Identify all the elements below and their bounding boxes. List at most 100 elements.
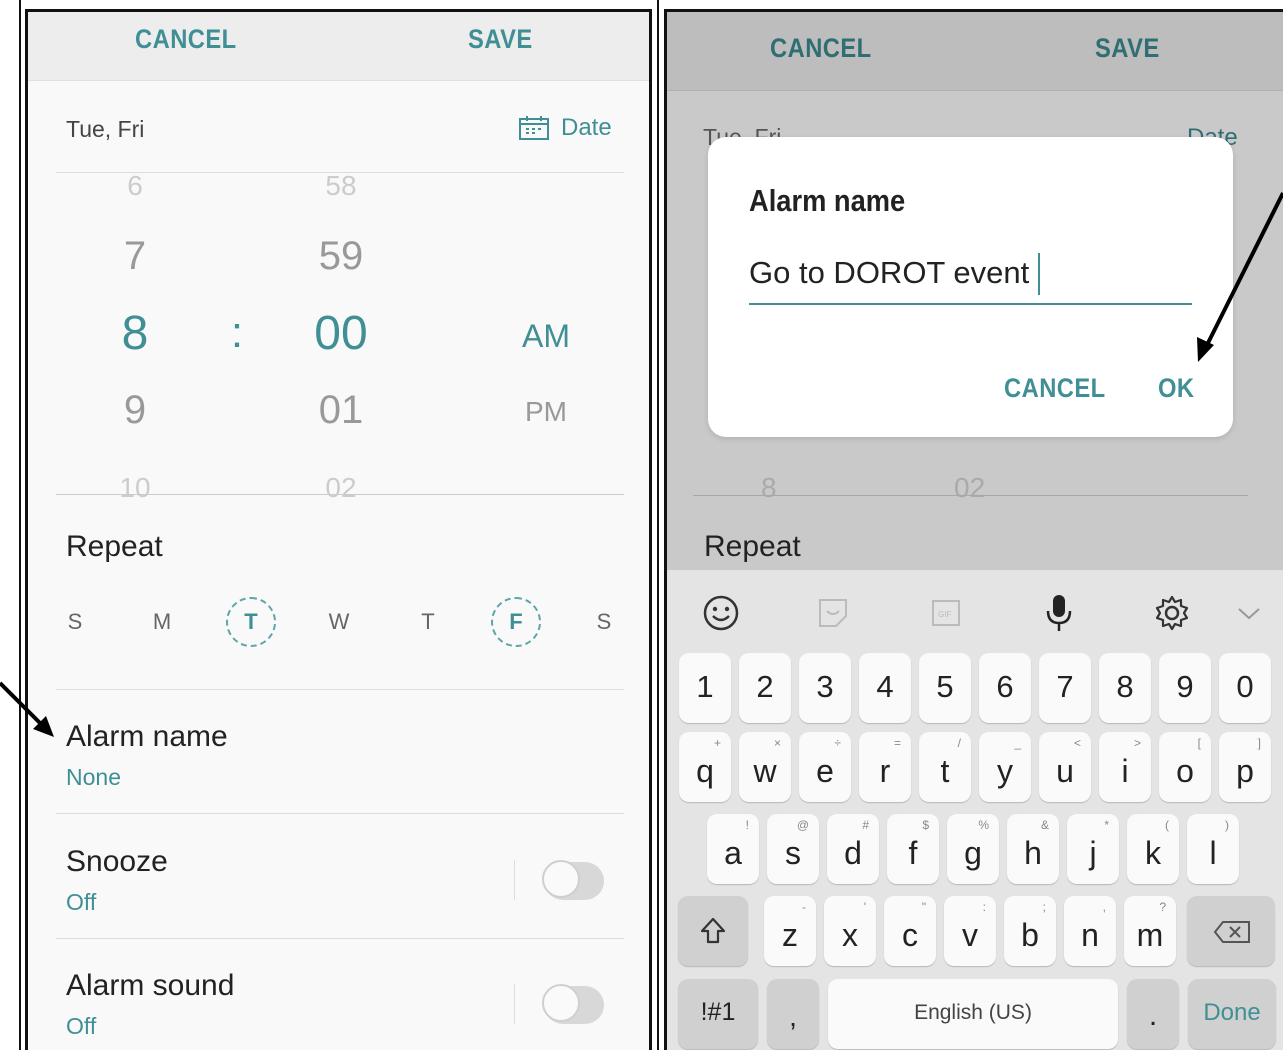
key-q[interactable]: + q [679, 732, 731, 802]
key-n[interactable]: ,n [1064, 896, 1116, 966]
key-x[interactable]: ' x [824, 896, 876, 966]
key-y[interactable]: _ y [979, 732, 1031, 802]
number-key-2[interactable]: 2 [739, 653, 791, 723]
minute-option[interactable]: 58 [325, 170, 356, 202]
key-a[interactable]: ! a [707, 814, 759, 884]
shift-key[interactable] [678, 896, 748, 966]
minute-option[interactable]: 59 [319, 234, 364, 279]
day-tuesday-selected[interactable]: T [226, 597, 276, 647]
key-secondary-label: % [978, 818, 989, 832]
day-sunday[interactable]: S [68, 609, 83, 635]
number-key-1[interactable]: 1 [679, 653, 731, 723]
key-h[interactable]: & h [1007, 814, 1059, 884]
microphone-icon[interactable] [1036, 590, 1082, 636]
chevron-down-icon[interactable] [1226, 590, 1272, 636]
number-key-3[interactable]: 3 [799, 653, 851, 723]
day-friday-selected[interactable]: F [491, 597, 541, 647]
minute-option[interactable]: 01 [319, 388, 364, 433]
space-key-label: English (US) [914, 1001, 1032, 1024]
key-l[interactable]: ) l [1187, 814, 1239, 884]
number-key-8[interactable]: 8 [1099, 653, 1151, 723]
backspace-key[interactable] [1187, 896, 1275, 966]
key-label: c [902, 917, 918, 953]
key-j[interactable]: * j [1067, 814, 1119, 884]
number-key-4[interactable]: 4 [859, 653, 911, 723]
hour-option[interactable]: 6 [127, 170, 143, 202]
alarm-name-value: None [66, 764, 121, 790]
text-cursor [1038, 253, 1040, 295]
minute-option[interactable]: 02 [325, 472, 356, 504]
key-secondary-label: _ [1014, 736, 1021, 750]
symbols-key[interactable]: !#1 [678, 979, 758, 1049]
key-w[interactable]: × w [739, 732, 791, 802]
day-thursday[interactable]: T [421, 609, 434, 635]
dialog-cancel-button[interactable]: CANCEL [1004, 373, 1106, 404]
alarm-sound-separator [514, 984, 515, 1024]
key-label: p [1236, 753, 1254, 789]
save-button[interactable]: SAVE [468, 24, 533, 55]
key-u[interactable]: < u [1039, 732, 1091, 802]
emoji-icon[interactable] [698, 590, 744, 636]
number-key-0[interactable]: 0 [1219, 653, 1271, 723]
key-v[interactable]: :v [944, 896, 996, 966]
space-key[interactable]: English (US) [828, 979, 1118, 1049]
key-label: h [1024, 835, 1042, 871]
repeat-divider [56, 689, 624, 690]
alarm-sound-value: Off [66, 1013, 97, 1039]
snooze-label: Snooze [66, 845, 168, 878]
key-f[interactable]: $ f [887, 814, 939, 884]
day-saturday[interactable]: S [597, 609, 612, 635]
key-secondary-label: # [862, 818, 869, 832]
done-key[interactable]: Done [1188, 979, 1276, 1049]
key-p[interactable]: ] p [1219, 732, 1271, 802]
comma-key[interactable]: , [767, 979, 819, 1049]
day-monday[interactable]: M [153, 609, 171, 635]
key-c[interactable]: " c [884, 896, 936, 966]
settings-gear-icon[interactable] [1149, 590, 1195, 636]
hour-option[interactable]: 9 [124, 388, 146, 433]
key-e[interactable]: ÷ e [799, 732, 851, 802]
key-d[interactable]: # d [827, 814, 879, 884]
key-label: 5 [936, 669, 954, 704]
key-r[interactable]: = r [859, 732, 911, 802]
hour-option[interactable]: 7 [124, 234, 146, 279]
key-label: l [1209, 835, 1217, 871]
minute-selected[interactable]: 00 [314, 306, 367, 361]
dialog-ok-button[interactable]: OK [1158, 373, 1195, 404]
key-o[interactable]: [o [1159, 732, 1211, 802]
key-secondary-label: ) [1225, 818, 1229, 832]
alarm-name-dialog: Alarm name Go to DOROT event CANCEL OK [708, 137, 1233, 437]
key-label: t [940, 753, 950, 789]
key-label: o [1176, 753, 1194, 789]
cancel-button[interactable]: CANCEL [135, 24, 237, 55]
key-g[interactable]: % g [947, 814, 999, 884]
pm-option[interactable]: PM [525, 396, 567, 428]
key-t[interactable]: / t [919, 732, 971, 802]
key-s[interactable]: @ s [767, 814, 819, 884]
key-secondary-label: $ [922, 818, 929, 832]
number-key-7[interactable]: 7 [1039, 653, 1091, 723]
number-key-9[interactable]: 9 [1159, 653, 1211, 723]
key-secondary-label: > [1133, 736, 1141, 750]
number-key-6[interactable]: 6 [979, 653, 1031, 723]
key-b[interactable]: ; b [1004, 896, 1056, 966]
date-button[interactable]: Date [519, 114, 612, 142]
alarm-name-input[interactable]: Go to DOROT event [749, 249, 1192, 305]
key-k[interactable]: (k [1127, 814, 1179, 884]
key-label: n [1081, 917, 1099, 953]
key-label: b [1021, 917, 1039, 953]
snooze-divider [56, 938, 624, 939]
snooze-toggle[interactable] [542, 860, 604, 900]
key-m[interactable]: ? m [1124, 896, 1176, 966]
key-z[interactable]: -z [764, 896, 816, 966]
day-wednesday[interactable]: W [329, 609, 350, 635]
hour-selected[interactable]: 8 [122, 306, 149, 361]
gif-icon[interactable]: GIF [923, 590, 969, 636]
key-i[interactable]: > i [1099, 732, 1151, 802]
hour-option[interactable]: 10 [119, 472, 150, 504]
alarm-sound-toggle[interactable] [542, 984, 604, 1024]
period-key[interactable]: . [1127, 979, 1179, 1049]
sticker-icon[interactable] [810, 590, 856, 636]
am-option-selected[interactable]: AM [522, 318, 570, 355]
number-key-5[interactable]: 5 [919, 653, 971, 723]
